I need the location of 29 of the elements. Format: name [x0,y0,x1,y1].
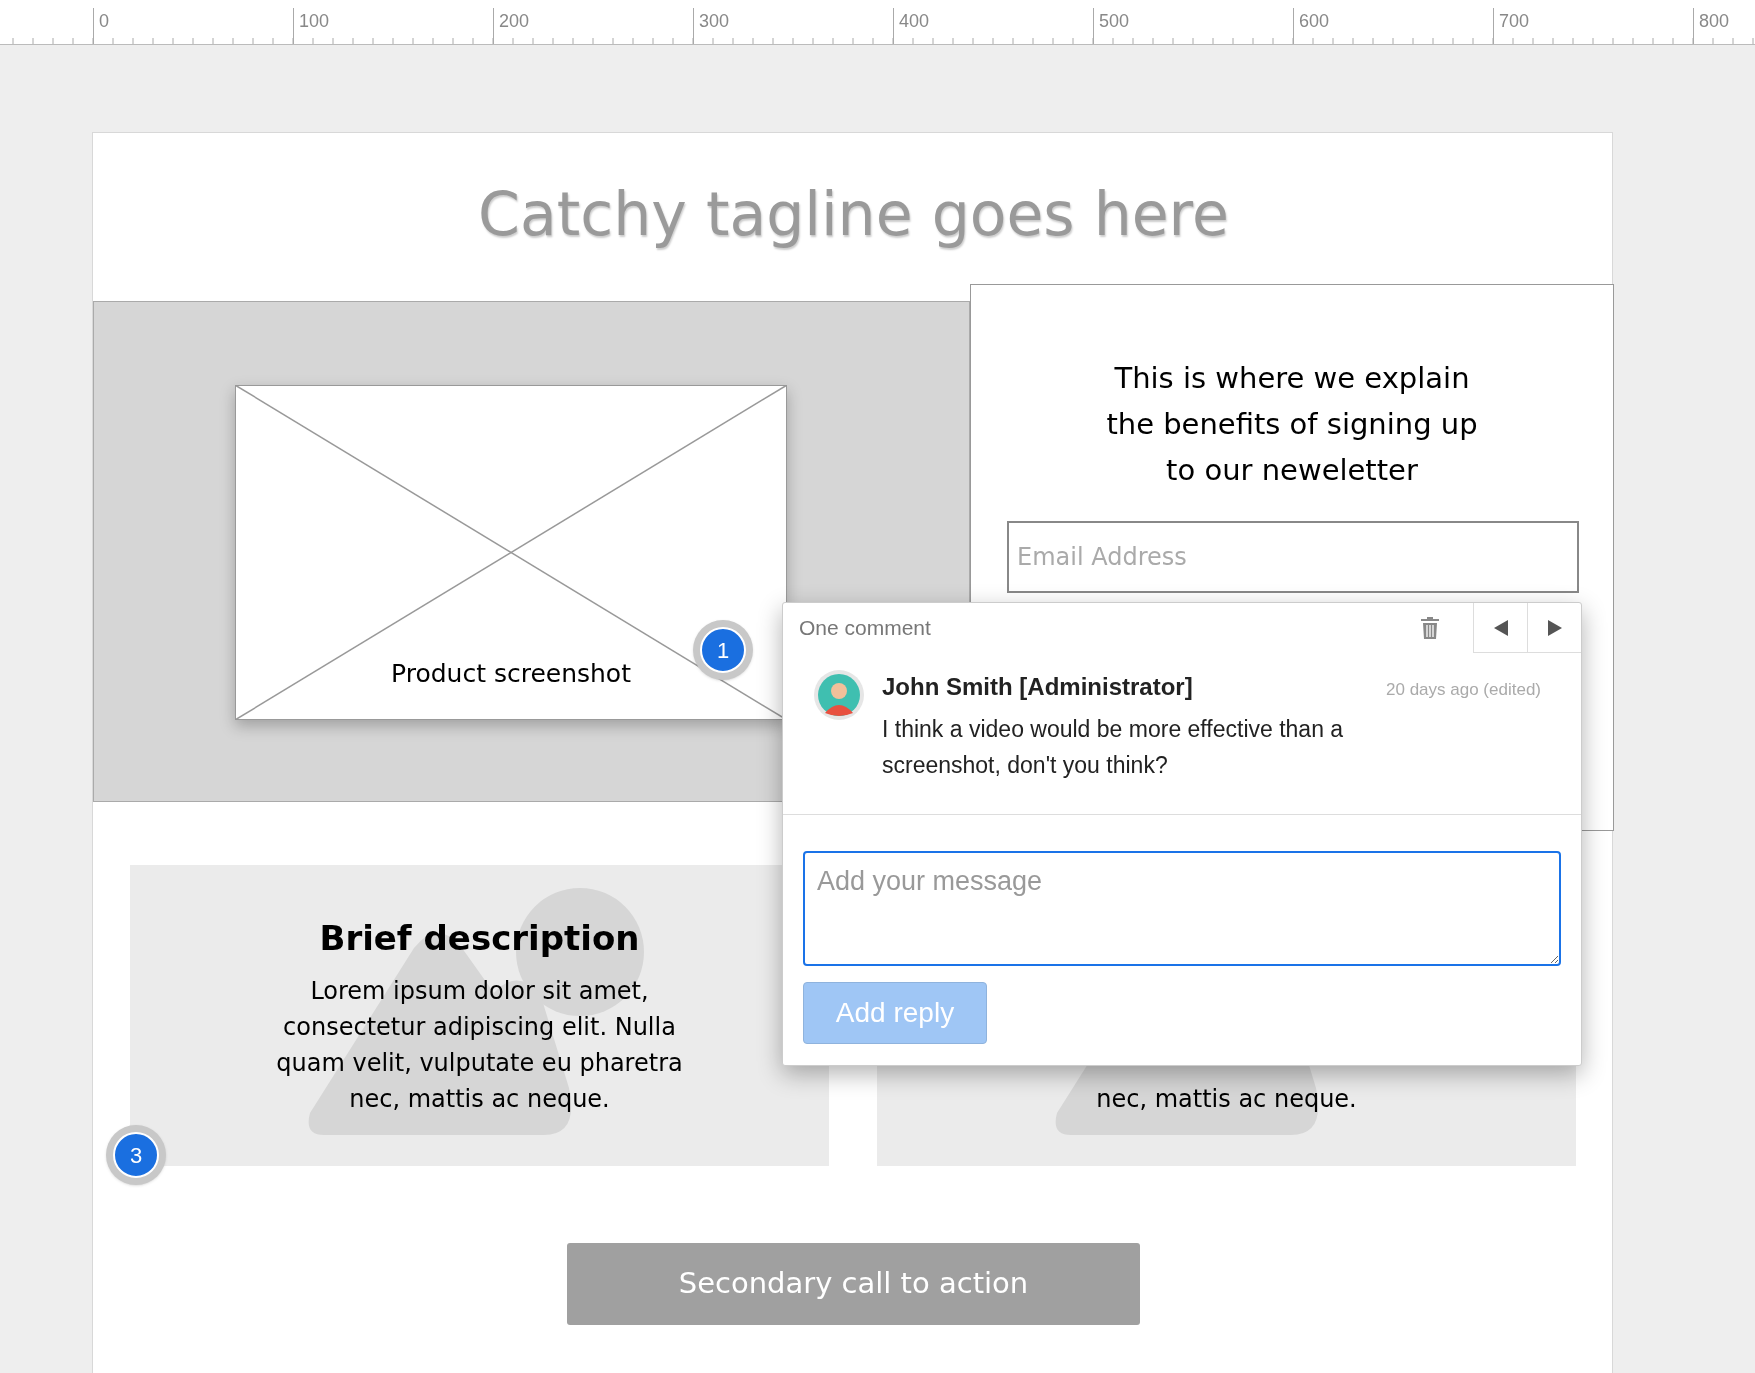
ruler-label: 100 [293,8,330,44]
avatar-icon [813,669,865,721]
ruler-label: 300 [693,8,730,44]
ruler-label: 200 [493,8,530,44]
comment-marker[interactable]: 3 [106,1125,166,1185]
reply-field[interactable]: Add your message [803,851,1561,966]
comment-time: 20 days ago (edited) [1386,679,1541,701]
email-field[interactable]: Email Address [1007,521,1579,593]
ruler-label: 400 [893,8,930,44]
image-label: Product screenshot [390,658,632,690]
card-text: nec, mattis ac neque. [1096,1084,1357,1115]
signup-text: This is where we explain the benefits of signing up to our neweletter [1105,360,1479,489]
next-comment-button[interactable] [1527,603,1581,653]
ruler-label: 500 [1093,8,1130,44]
tagline: Catchy tagline goes here [477,178,1230,251]
previous-comment-button[interactable] [1473,603,1527,653]
right-arrow-icon [1547,619,1562,636]
left-arrow-icon [1493,619,1508,636]
card-text: Lorem ipsum dolor sit amet, consectetur adipiscing elit. Nulla quam velit, vulputate eu pharetra nec, mattis ac neque. [276,976,683,1115]
comment-text: I think a video would be more effective than a screenshot, don't you think? [882,715,1345,780]
trash-icon[interactable] [1420,616,1440,640]
secondary-cta-button[interactable]: Secondary call to action [567,1243,1140,1325]
ruler-label: 700 [1493,8,1530,44]
card-title: Brief description [318,917,641,960]
ruler-label: 0 [93,8,109,44]
comment-count: One comment [799,615,931,642]
ruler-label: 600 [1293,8,1330,44]
ruler-label: 800 [1693,8,1730,44]
comment-author: John Smith [Administrator] [882,672,1193,702]
